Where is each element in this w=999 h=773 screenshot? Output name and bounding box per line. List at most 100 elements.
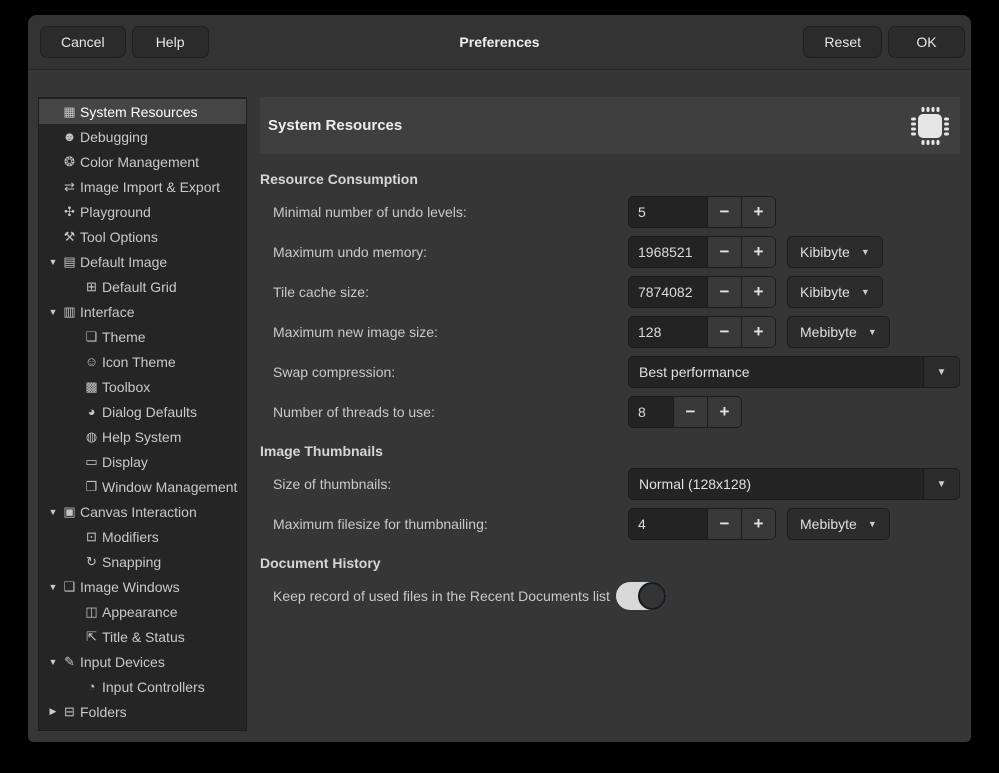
keep-record-of-used-files-in-the-recent--toggle[interactable] — [616, 582, 666, 610]
sidebar-item-label: Window Management — [102, 479, 237, 495]
expander-expanded-icon[interactable]: ▼ — [45, 507, 61, 517]
dropdown-value: Normal (128x128) — [639, 476, 751, 492]
reset-button[interactable]: Reset — [803, 26, 882, 58]
sidebar-item-image-import-export[interactable]: ⇄Image Import & Export — [39, 174, 246, 199]
maximum-new-image-size-spinbox: 128−+ — [628, 316, 776, 348]
sidebar-item-tool-options[interactable]: ⚒Tool Options — [39, 224, 246, 249]
minus-icon[interactable]: − — [707, 197, 741, 227]
dropdown-arrow-button[interactable]: ▼ — [923, 357, 959, 387]
dropdown-arrow-icon: ▼ — [937, 367, 947, 378]
plus-icon[interactable]: + — [741, 277, 775, 307]
sidebar-item-default-grid[interactable]: ⊞Default Grid — [39, 274, 246, 299]
sidebar-item-dialog-defaults[interactable]: ◕Dialog Defaults — [39, 399, 246, 424]
tile-cache-size-input[interactable]: 7874082 — [629, 277, 707, 307]
sidebar-item-interface[interactable]: ▼▥Interface — [39, 299, 246, 324]
input-devices-icon: ✎ — [61, 654, 78, 670]
expander-expanded-icon[interactable]: ▼ — [45, 582, 61, 592]
plus-icon[interactable]: + — [741, 197, 775, 227]
expander-expanded-icon[interactable]: ▼ — [45, 657, 61, 667]
maximum-undo-memory-input[interactable]: 1968521 — [629, 237, 707, 267]
dialog-content: ▦System Resources☻Debugging❂Color Manage… — [28, 71, 971, 742]
sidebar-item-label: Debugging — [80, 129, 148, 145]
sidebar-item-theme[interactable]: ❏Theme — [39, 324, 246, 349]
preferences-dialog: Cancel Help Preferences Reset OK ▦System… — [28, 15, 971, 742]
image-import-export-icon: ⇄ — [61, 179, 78, 195]
window-management-icon: ❐ — [83, 479, 100, 495]
chip-icon: ▦ — [61, 104, 78, 120]
sidebar-item-label: Display — [102, 454, 148, 470]
maximum-filesize-for-thumbnailing-input[interactable]: 4 — [629, 509, 707, 539]
sidebar-item-playground[interactable]: ✣Playground — [39, 199, 246, 224]
maximum-new-image-size-unit-dropdown[interactable]: Mebibyte▼ — [787, 316, 890, 348]
dialog-title: Preferences — [459, 34, 539, 50]
help-button[interactable]: Help — [132, 26, 209, 58]
minimal-number-of-undo-levels-input[interactable]: 5 — [629, 197, 707, 227]
minus-icon[interactable]: − — [707, 317, 741, 347]
minus-icon[interactable]: − — [707, 277, 741, 307]
setting-row-size-of-thumbnails: Size of thumbnails:Normal (128x128)▼ — [260, 468, 960, 500]
sidebar-item-title-status[interactable]: ⇱Title & Status — [39, 624, 246, 649]
sidebar-item-folders[interactable]: ▶⊟Folders — [39, 699, 246, 724]
sidebar-item-modifiers[interactable]: ⊡Modifiers — [39, 524, 246, 549]
title-status-icon: ⇱ — [83, 629, 100, 645]
snapping-icon: ↻ — [83, 554, 100, 570]
sidebar-item-label: Appearance — [102, 604, 178, 620]
maximum-filesize-for-thumbnailing-unit-dropdown[interactable]: Mebibyte▼ — [787, 508, 890, 540]
sidebar-item-toolbox[interactable]: ▩Toolbox — [39, 374, 246, 399]
sidebar-item-system-resources[interactable]: ▦System Resources — [39, 99, 246, 124]
maximum-undo-memory-unit-dropdown[interactable]: Kibibyte ▼ — [787, 236, 883, 268]
sidebar-item-image-windows[interactable]: ▼❑Image Windows — [39, 574, 246, 599]
sidebar-item-display[interactable]: ▭Display — [39, 449, 246, 474]
sidebar-item-debugging[interactable]: ☻Debugging — [39, 124, 246, 149]
sidebar-item-default-image[interactable]: ▼▤Default Image — [39, 249, 246, 274]
ok-button[interactable]: OK — [888, 26, 965, 58]
minus-icon[interactable]: − — [707, 509, 741, 539]
sidebar-item-window-management[interactable]: ❐Window Management — [39, 474, 246, 499]
sidebar-item-color-management[interactable]: ❂Color Management — [39, 149, 246, 174]
maximum-new-image-size-input[interactable]: 128 — [629, 317, 707, 347]
setting-row-maximum-filesize-for-thumbnailing: Maximum filesize for thumbnailing:4−+ Meb… — [260, 508, 960, 540]
minus-icon[interactable]: − — [707, 237, 741, 267]
unit-dropdown-value: Kibibyte — [800, 244, 850, 260]
section-heading-image-thumbnails: Image Thumbnails — [260, 443, 960, 459]
plus-icon[interactable]: + — [741, 509, 775, 539]
sidebar-item-icon-theme[interactable]: ☺Icon Theme — [39, 349, 246, 374]
cancel-button[interactable]: Cancel — [40, 26, 126, 58]
minus-icon[interactable]: − — [673, 397, 707, 427]
expander-collapsed-icon[interactable]: ▶ — [45, 706, 61, 717]
swap-compression-dropdown[interactable]: Best performance▼ — [628, 356, 960, 388]
sidebar-item-input-devices[interactable]: ▼✎Input Devices — [39, 649, 246, 674]
dropdown-arrow-button[interactable]: ▼ — [923, 469, 959, 499]
tile-cache-size-unit-dropdown[interactable]: Kibibyte▼ — [787, 276, 883, 308]
titlebar: Cancel Help Preferences Reset OK — [28, 15, 971, 70]
dropdown-arrow-icon: ▼ — [868, 519, 877, 529]
sidebar-item-canvas-interaction[interactable]: ▼▣Canvas Interaction — [39, 499, 246, 524]
setting-row-tile-cache-size: Tile cache size:7874082−+Kibibyte▼ — [260, 276, 960, 308]
icon-theme-icon: ☺ — [83, 354, 100, 369]
sidebar-item-label: Theme — [102, 329, 146, 345]
sidebar-item-input-controllers[interactable]: ◔Input Controllers — [39, 674, 246, 699]
size-of-thumbnails-dropdown[interactable]: Normal (128x128) ▼ — [628, 468, 960, 500]
interface-icon: ▥ — [61, 304, 78, 320]
section-heading-resource-consumption: Resource Consumption — [260, 171, 960, 187]
sidebar-item-label: Help System — [102, 429, 181, 445]
dropdown-arrow-icon: ▼ — [861, 247, 870, 257]
plus-icon[interactable]: + — [741, 237, 775, 267]
sidebar-item-label: Image Windows — [80, 579, 180, 595]
sidebar-item-help-system[interactable]: ◍Help System — [39, 424, 246, 449]
maximum-filesize-for-thumbnailing-spinbox: 4−+ — [628, 508, 776, 540]
number-of-threads-to-use-input[interactable]: 8 — [629, 397, 673, 427]
main-panel: System Resources — [260, 97, 960, 731]
expander-expanded-icon[interactable]: ▼ — [45, 257, 61, 267]
sidebar-item-snapping[interactable]: ↻Snapping — [39, 549, 246, 574]
setting-label: Maximum filesize for thumbnailing: — [273, 516, 628, 532]
sidebar-item-appearance[interactable]: ◫Appearance — [39, 599, 246, 624]
sidebar-item-label: Input Devices — [80, 654, 165, 670]
setting-row-keep-record-of-used-files-in-the-recent-: Keep record of used files in the Recent … — [260, 580, 960, 612]
expander-expanded-icon[interactable]: ▼ — [45, 307, 61, 317]
sidebar-item-label: Canvas Interaction — [80, 504, 197, 520]
plus-icon[interactable]: + — [707, 397, 741, 427]
sidebar-item-label: Title & Status — [102, 629, 185, 645]
plus-icon[interactable]: + — [741, 317, 775, 347]
dropdown-arrow-icon: ▼ — [937, 479, 947, 490]
